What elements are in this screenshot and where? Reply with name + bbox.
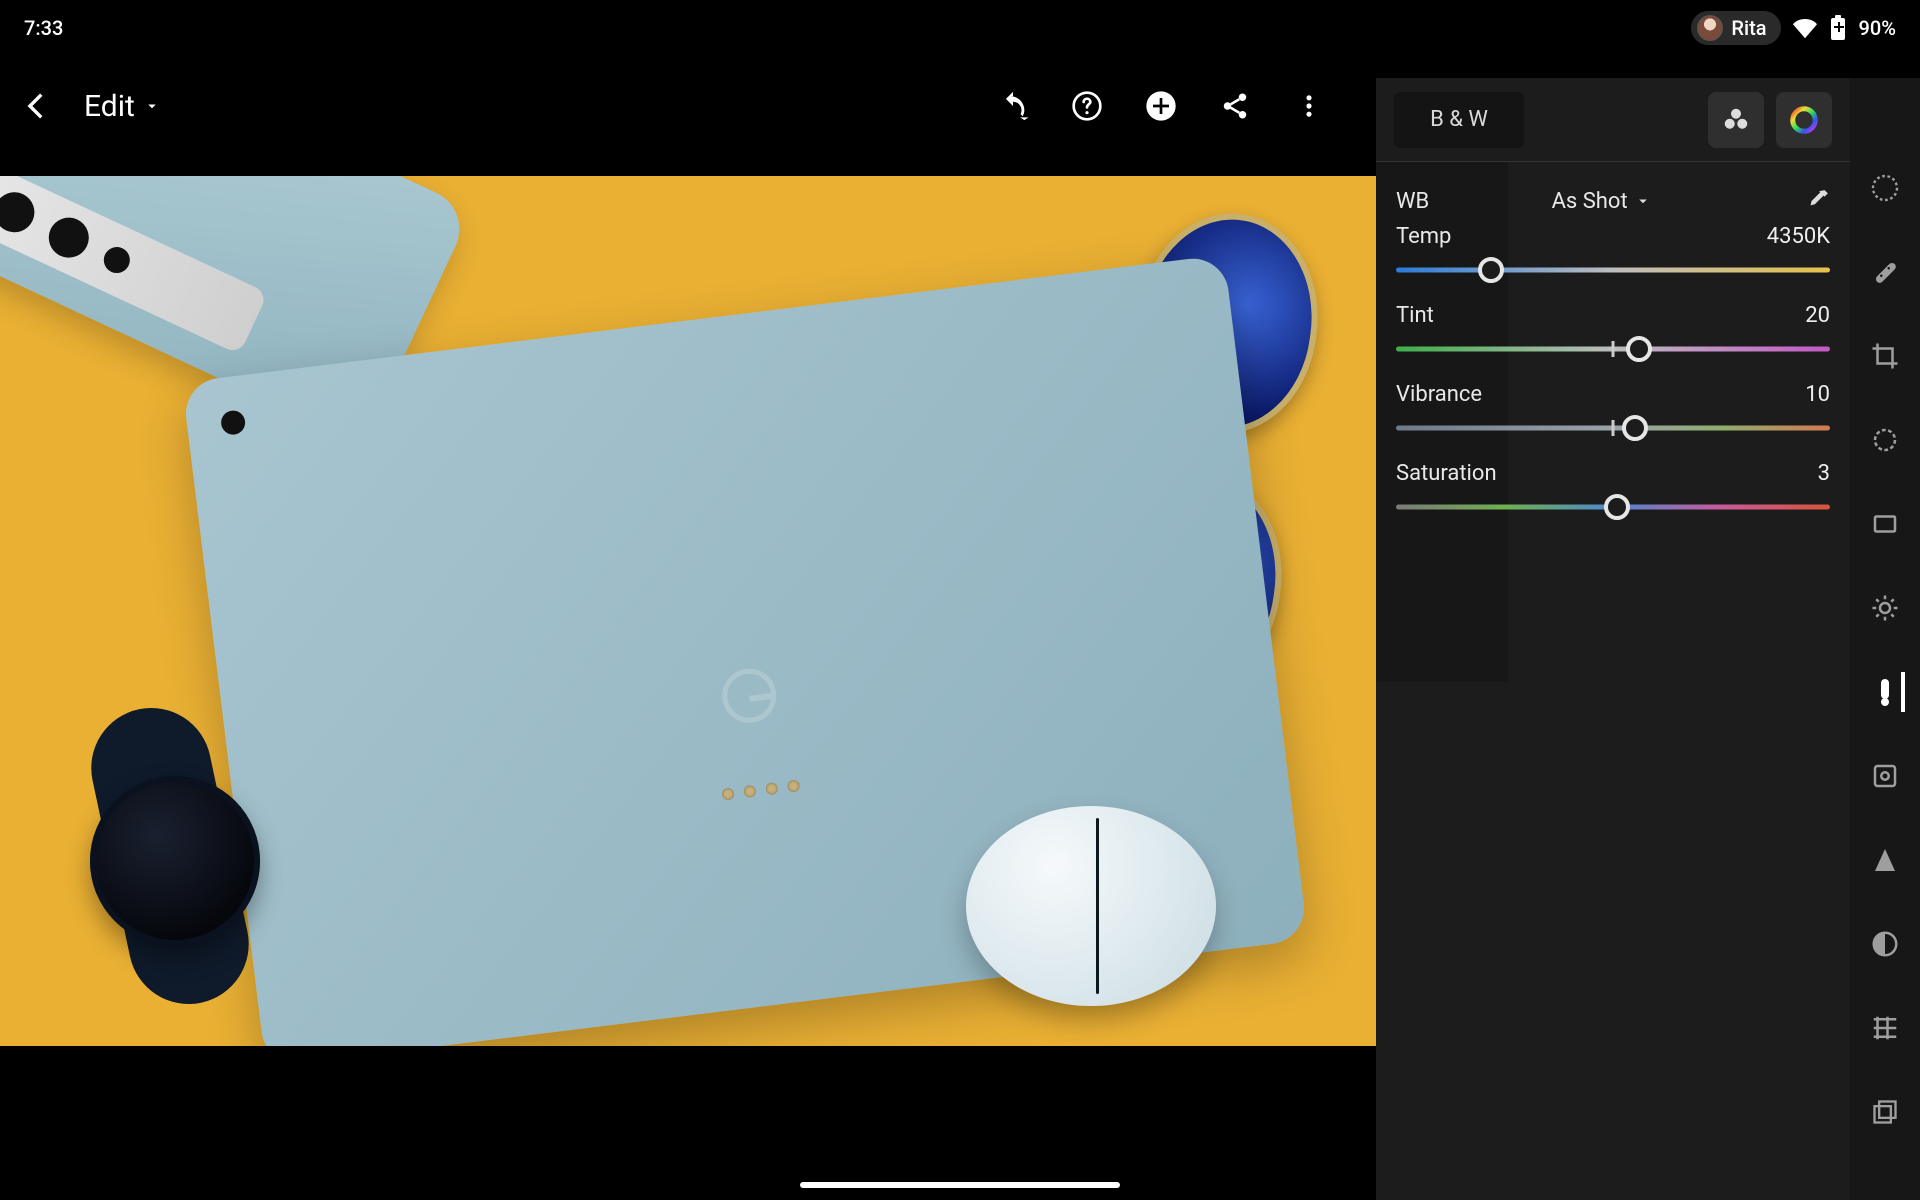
saturation-value: 3 <box>1818 461 1830 486</box>
photo-canvas[interactable] <box>0 176 1376 1046</box>
caret-down-icon <box>143 97 161 115</box>
color-wheel-button[interactable] <box>1776 92 1832 148</box>
photo-object-earbuds <box>966 806 1216 1006</box>
more-button[interactable] <box>1292 89 1326 123</box>
navigation-bar-pill[interactable] <box>800 1182 1120 1188</box>
vibrance-label: Vibrance <box>1396 382 1482 407</box>
saturation-label: Saturation <box>1396 461 1497 486</box>
color-mix-button[interactable] <box>1708 92 1764 148</box>
color-tool-icon[interactable] <box>1865 672 1905 712</box>
account-name: Rita <box>1731 16 1766 40</box>
photo-object-watch <box>60 706 300 1006</box>
lens-tool-icon[interactable] <box>1865 924 1905 964</box>
tint-value: 20 <box>1805 303 1830 328</box>
temp-row: Temp 4350K <box>1396 224 1830 249</box>
geometry-tool-icon[interactable] <box>1865 1008 1905 1048</box>
undo-button[interactable] <box>996 89 1030 123</box>
edit-dropdown[interactable]: Edit <box>84 89 161 124</box>
edit-panel: B & W WB As Shot Temp 4350K <box>1376 78 1850 1200</box>
vibrance-slider[interactable] <box>1396 413 1830 443</box>
vibrance-row: Vibrance 10 <box>1396 382 1830 407</box>
healing-tool-icon[interactable] <box>1865 252 1905 292</box>
tint-row: Tint 20 <box>1396 303 1830 328</box>
temp-slider[interactable] <box>1396 255 1830 285</box>
wifi-icon <box>1793 16 1817 40</box>
battery-percent: 90% <box>1859 16 1896 40</box>
masking-tool-icon[interactable] <box>1865 420 1905 460</box>
editor-toolbar: Edit <box>0 56 1376 156</box>
detail-tool-icon[interactable] <box>1865 840 1905 880</box>
effects-tool-icon[interactable] <box>1865 504 1905 544</box>
tint-slider[interactable] <box>1396 334 1830 364</box>
tint-label: Tint <box>1396 303 1434 328</box>
back-button[interactable] <box>20 89 54 123</box>
versions-tool-icon[interactable] <box>1865 1092 1905 1132</box>
bw-toggle[interactable]: B & W <box>1394 92 1524 148</box>
eyedropper-button[interactable] <box>1804 188 1830 214</box>
account-chip[interactable]: Rita <box>1691 11 1780 45</box>
saturation-row: Saturation 3 <box>1396 461 1830 486</box>
saturation-slider[interactable] <box>1396 492 1830 522</box>
add-button[interactable] <box>1144 89 1178 123</box>
white-balance-row: WB As Shot <box>1396 188 1830 214</box>
edit-label: Edit <box>84 89 135 124</box>
help-button[interactable] <box>1070 89 1104 123</box>
temp-label: Temp <box>1396 224 1451 249</box>
presets-tool-icon[interactable] <box>1865 168 1905 208</box>
chevron-down-icon <box>1634 192 1652 210</box>
vibrance-value: 10 <box>1805 382 1830 407</box>
wb-preset-dropdown[interactable]: As Shot <box>1552 189 1652 214</box>
optics-tool-icon[interactable] <box>1865 756 1905 796</box>
wb-preset-value: As Shot <box>1552 189 1628 214</box>
battery-saver-icon <box>1829 15 1847 41</box>
light-tool-icon[interactable] <box>1865 588 1905 628</box>
avatar <box>1697 15 1723 41</box>
tool-rail <box>1850 78 1920 1200</box>
status-bar: 7:33 Rita 90% <box>0 0 1920 56</box>
clock: 7:33 <box>24 16 63 40</box>
crop-tool-icon[interactable] <box>1865 336 1905 376</box>
share-button[interactable] <box>1218 89 1252 123</box>
temp-value: 4350K <box>1767 224 1830 249</box>
wb-label: WB <box>1396 189 1429 214</box>
